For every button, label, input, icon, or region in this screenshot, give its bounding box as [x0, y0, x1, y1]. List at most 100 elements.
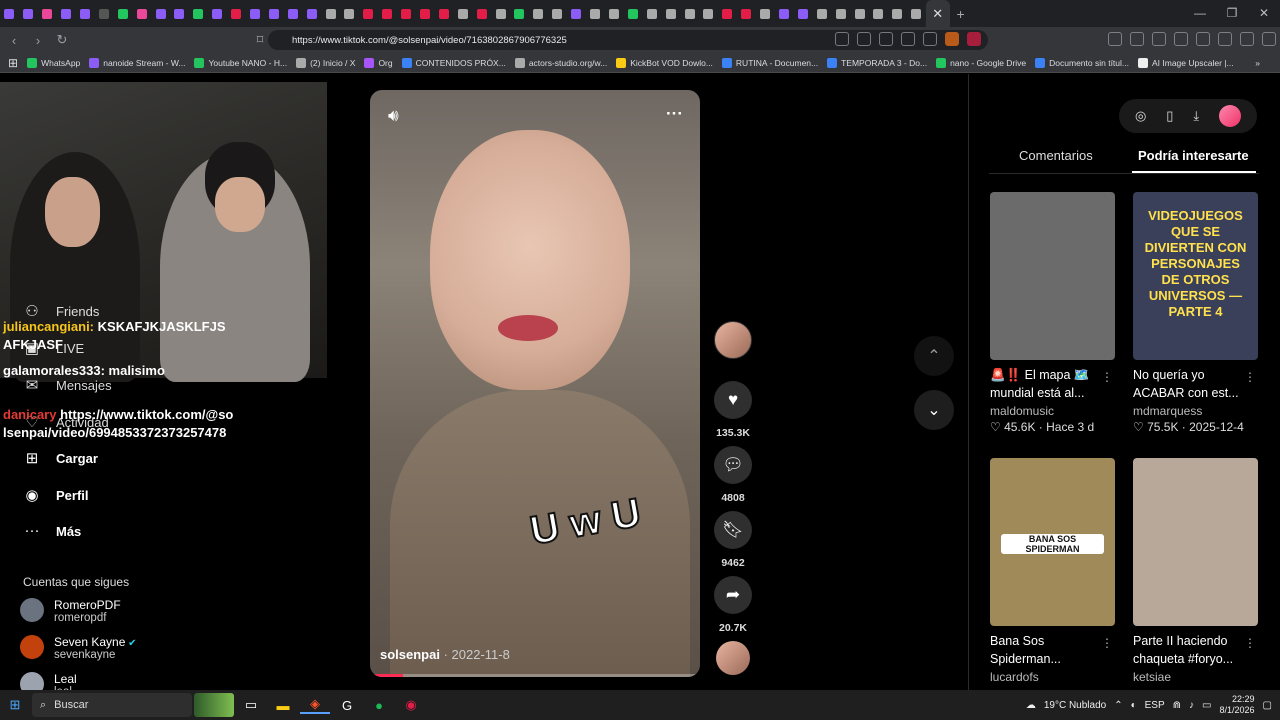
tray-chevron-icon[interactable]: ⌃	[1114, 700, 1122, 711]
browser-tab[interactable]	[737, 0, 756, 27]
active-tab-close-button[interactable]: ✕	[925, 0, 950, 27]
bookmark-save-icon[interactable]: 🔖︎	[714, 511, 752, 549]
brave-rewards-icon[interactable]	[967, 32, 981, 46]
music-disc-button[interactable]	[712, 641, 754, 675]
bookmark-item[interactable]: Org	[364, 57, 393, 68]
card-more-icon[interactable]: ⋮	[1244, 370, 1256, 384]
bookmark-item[interactable]: AI Image Upscaler |...	[1138, 57, 1234, 68]
comment-icon[interactable]: 💬︎	[714, 446, 752, 484]
leo-icon[interactable]	[1218, 32, 1232, 46]
card-author[interactable]: ketsiae	[1133, 670, 1258, 684]
browser-tab[interactable]	[567, 0, 586, 27]
browser-tab[interactable]	[94, 0, 113, 27]
browser-tab[interactable]	[208, 0, 227, 27]
like-button[interactable]: ♥ 135.3K	[712, 381, 754, 439]
forward-icon[interactable]: ›	[28, 33, 48, 48]
sidebar-icon[interactable]	[1174, 32, 1188, 46]
bookmark-item[interactable]: Documento sin títul...	[1035, 57, 1129, 68]
tab-recommended[interactable]: Podría interesarte	[1138, 148, 1249, 163]
close-window-button[interactable]: ✕	[1248, 0, 1280, 27]
ad-block-icon[interactable]	[835, 32, 849, 46]
card-more-icon[interactable]: ⋮	[1101, 370, 1113, 384]
author-avatar-button[interactable]	[712, 321, 754, 359]
share-button[interactable]: ➦ 20.7K	[712, 576, 754, 634]
bookmark-item[interactable]: nanoide Stream - W...	[89, 57, 185, 68]
battery-icon[interactable]: ▭	[1202, 700, 1211, 711]
sidebar-item-cargar[interactable]: ⊞ Cargar	[23, 449, 98, 467]
more-options-icon[interactable]: ···	[666, 104, 683, 124]
sidebar-item-perfil[interactable]: ◉ Perfil	[23, 486, 88, 504]
browser-tab[interactable]	[434, 0, 453, 27]
browser-tab[interactable]	[472, 0, 491, 27]
app-g-icon[interactable]: G	[332, 698, 362, 713]
video-thumbnail[interactable]	[990, 192, 1115, 360]
reload-icon[interactable]: ↻	[52, 32, 72, 48]
browser-tab[interactable]	[170, 0, 189, 27]
browser-tab[interactable]	[642, 0, 661, 27]
bookmarks-overflow-icon[interactable]: »	[1255, 58, 1260, 68]
browser-tab[interactable]	[586, 0, 605, 27]
bookmark-item[interactable]: WhatsApp	[27, 57, 80, 68]
avatar[interactable]	[20, 635, 44, 659]
recommended-video-card[interactable]: 🚨‼️ El mapa 🗺️ mundial está al... ⋮ maldom…	[990, 192, 1115, 434]
browser-tab[interactable]	[775, 0, 794, 27]
browser-tab[interactable]	[19, 0, 38, 27]
obs-icon[interactable]: ◉	[396, 697, 426, 713]
comment-button[interactable]: 💬︎ 4808	[712, 446, 754, 504]
recommended-video-card[interactable]: BANA SOS SPIDERMAN Bana Sos Spiderman... ⋮…	[990, 458, 1115, 684]
menu-icon[interactable]	[1262, 32, 1276, 46]
browser-tab[interactable]	[869, 0, 888, 27]
following-account[interactable]: RomeroPDF romeropdf	[20, 598, 121, 624]
video-player[interactable]: 🔊︎ ··· U w U solsenpai · 2022-11-8	[370, 90, 700, 677]
video-progress-bar[interactable]	[370, 674, 700, 677]
media-icon[interactable]	[1152, 32, 1166, 46]
minimize-button[interactable]: —	[1184, 0, 1216, 27]
share-icon[interactable]	[923, 32, 937, 46]
browser-tab[interactable]	[246, 0, 265, 27]
music-disc-icon[interactable]	[716, 641, 750, 675]
browser-tab[interactable]	[397, 0, 416, 27]
browser-tab[interactable]	[264, 0, 283, 27]
back-icon[interactable]: ‹	[4, 33, 24, 48]
video-thumbnail[interactable]: BANA SOS SPIDERMAN	[990, 458, 1115, 626]
browser-tab[interactable]	[812, 0, 831, 27]
browser-tab[interactable]	[888, 0, 907, 27]
browser-tab[interactable]	[491, 0, 510, 27]
bookmark-item[interactable]: TEMPORADA 3 - Do...	[827, 57, 927, 68]
following-account[interactable]: Seven Kayne ✔ sevenkayne	[20, 635, 137, 661]
sidebar-item-más[interactable]: ··· Más	[23, 522, 82, 540]
clock[interactable]: 22:29 8/1/2026	[1220, 694, 1255, 716]
bookmark-item[interactable]: nano - Google Drive	[936, 57, 1026, 68]
heart-icon[interactable]: ♥	[714, 381, 752, 419]
browser-tab[interactable]	[453, 0, 472, 27]
wifi-icon[interactable]: ⋒	[1173, 700, 1181, 711]
card-title[interactable]: Parte II haciendo chaqueta #foryo...	[1133, 632, 1258, 668]
spotify-icon[interactable]: ●	[364, 698, 394, 713]
windows-start-icon[interactable]: ⊞	[0, 697, 30, 713]
speaker-icon[interactable]: ♪	[1189, 700, 1194, 711]
bookmark-item[interactable]: CONTENIDOS PRÓX...	[401, 57, 506, 68]
browser-tab[interactable]	[378, 0, 397, 27]
browser-tab[interactable]	[113, 0, 132, 27]
share-arrow-icon[interactable]: ➦	[714, 576, 752, 614]
file-explorer-icon[interactable]: ▬	[268, 698, 298, 713]
author-avatar[interactable]	[714, 321, 752, 359]
browser-tab[interactable]	[132, 0, 151, 27]
restore-button[interactable]: ❐	[1216, 0, 1248, 27]
save-button[interactable]: 🔖︎ 9462	[712, 511, 754, 569]
browser-tab[interactable]	[718, 0, 737, 27]
recommended-video-card[interactable]: Parte II haciendo chaqueta #foryo... ⋮ ket…	[1133, 458, 1258, 684]
browser-tab[interactable]	[661, 0, 680, 27]
browser-tab[interactable]	[38, 0, 57, 27]
volume-icon[interactable]: 🔊︎	[388, 106, 399, 126]
taskbar-search[interactable]: ⌕ Buscar	[32, 693, 192, 717]
apps-icon[interactable]: ⊞	[8, 56, 18, 70]
bookmark-item[interactable]: (2) Inicio / X	[296, 57, 355, 68]
network-icon[interactable]: ◐	[1131, 700, 1137, 711]
browser-tab[interactable]	[680, 0, 699, 27]
extension-icon[interactable]	[1130, 32, 1144, 46]
browser-tab[interactable]	[302, 0, 321, 27]
browser-tab[interactable]	[529, 0, 548, 27]
zoom-icon[interactable]	[901, 32, 915, 46]
browser-tab[interactable]	[548, 0, 567, 27]
